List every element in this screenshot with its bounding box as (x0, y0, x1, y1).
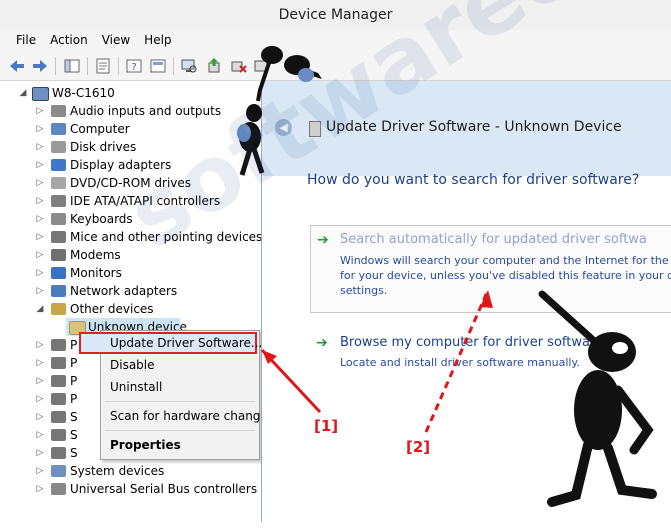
pointing-figure-icon (538, 290, 657, 507)
climbing-figures-icon (237, 46, 322, 176)
annotation-1: [1] (314, 417, 339, 435)
annotation-2: [2] (406, 438, 431, 456)
